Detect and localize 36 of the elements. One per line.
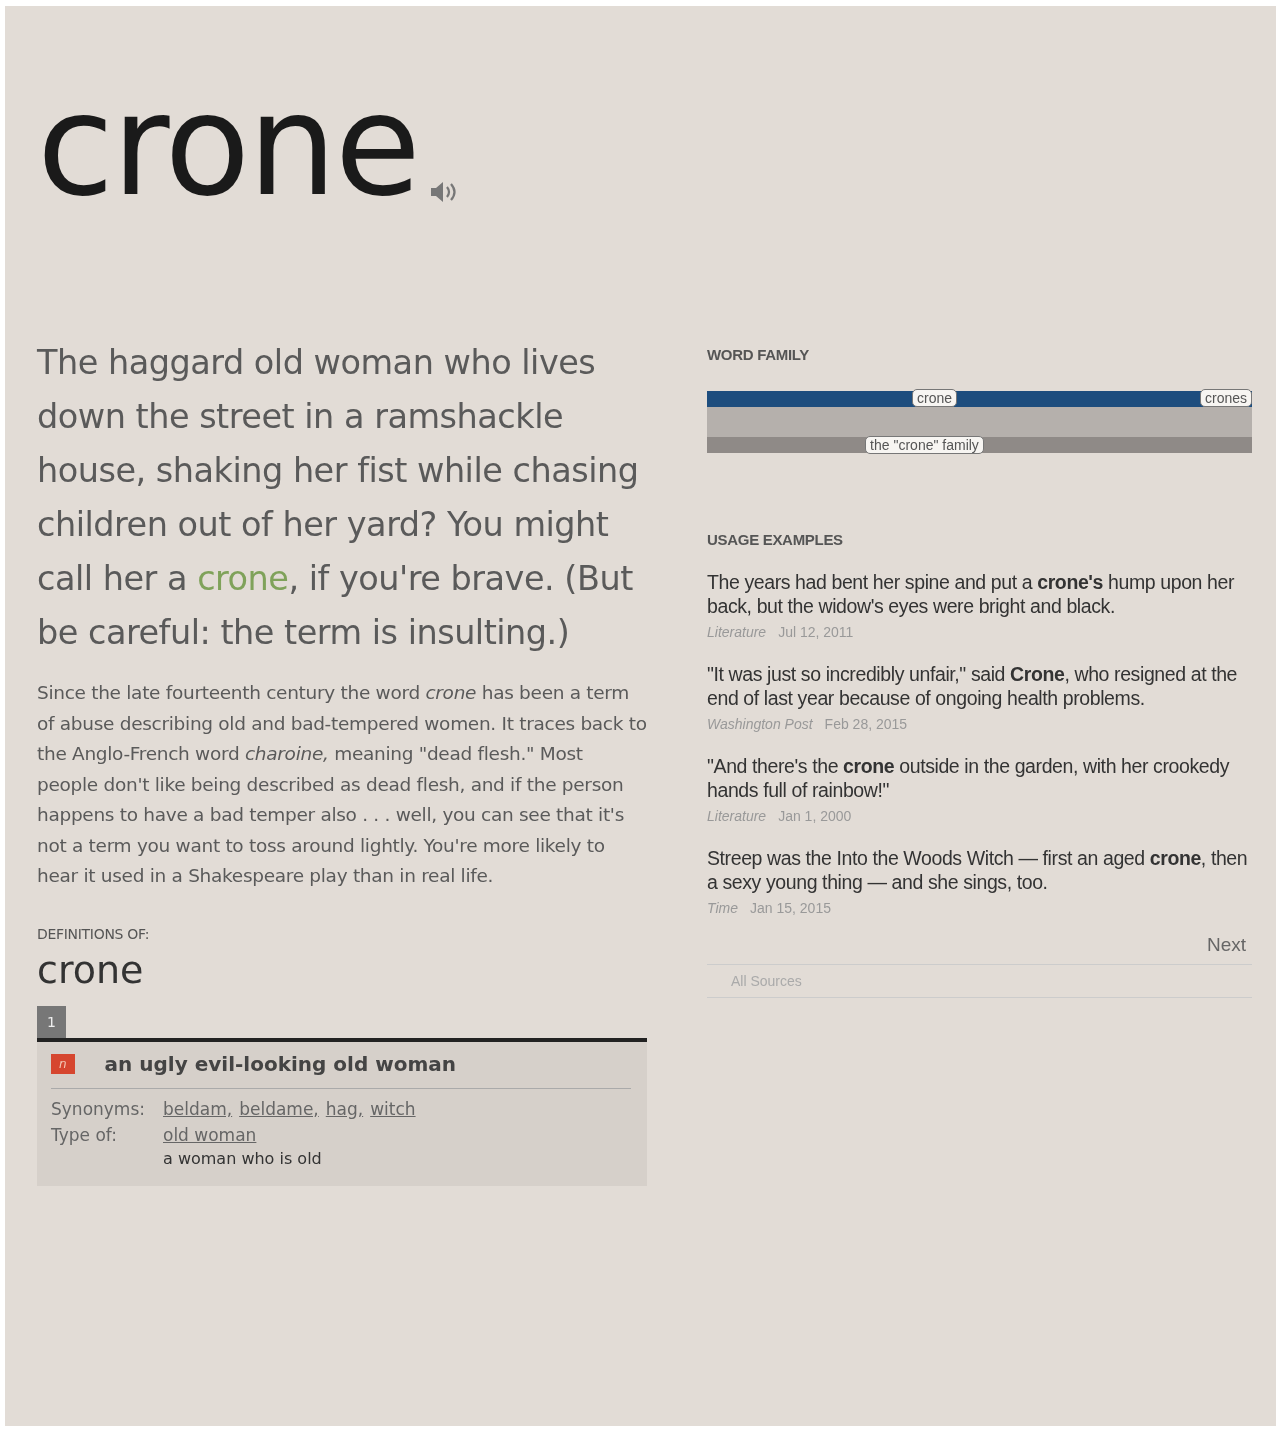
synonym-link[interactable]: beldam, bbox=[163, 1098, 233, 1119]
type-of-definition: a woman who is old bbox=[163, 1148, 322, 1168]
example-sentence: Streep was the Into the Woods Witch — first an aged crone, then a sexy young thing — and she sings, too. bbox=[707, 846, 1249, 894]
example-source[interactable]: Literature bbox=[707, 624, 767, 640]
example-source[interactable]: Literature bbox=[707, 808, 767, 824]
definitions-word: crone bbox=[37, 947, 145, 992]
next-button[interactable]: Next bbox=[1200, 934, 1252, 964]
example-sentence: "It was just so incredibly unfair," said Crone, who resigned at the end of last year because of ongoing health problems. bbox=[707, 662, 1239, 710]
example-sentence: The years had bent her spine and put a crone's hump upon her back, but the widow's eyes were bright and black. bbox=[707, 570, 1236, 618]
example-date: Jan 15, 2015 bbox=[750, 900, 831, 916]
part-of-speech-tag: n bbox=[51, 1053, 75, 1074]
short-description: The haggard old woman who lives down the street in a ramshackle house, shaking her fist while chasing children out of her yard? You might call her a crone, if you're brave. (But be careful: the term is insulting.) bbox=[37, 342, 640, 654]
synonym-link[interactable]: hag, bbox=[325, 1098, 364, 1119]
sources-filter-label: All Sources bbox=[731, 973, 802, 989]
word-family-chip[interactable]: crones bbox=[1199, 389, 1252, 407]
example-date: Jul 12, 2011 bbox=[778, 624, 854, 640]
example-date: Jan 1, 2000 bbox=[778, 808, 852, 824]
synonym-link[interactable]: witch bbox=[370, 1098, 416, 1119]
example-source[interactable]: Washington Post bbox=[707, 716, 813, 732]
long-description: Since the late fourteenth century the word crone has been a term of abuse describing old and bad-tempered women. It traces back to the Anglo-French word charoine, meaning "dead flesh." Most people don't like being described as dead flesh, and if the person happens to have a bad temper also . . . well, you can see that it's not a term you want to toss around lightly. You're more likely to hear it used in a Shakespeare play than in real life. bbox=[37, 681, 647, 888]
definitions-heading: DEFINITIONS OF: bbox=[37, 925, 151, 942]
family-chip[interactable]: the "crone" family bbox=[865, 436, 984, 454]
usage-examples-heading: USAGE EXAMPLES bbox=[707, 531, 844, 548]
example-source[interactable]: Time bbox=[707, 900, 738, 916]
word-title: crone bbox=[37, 76, 419, 216]
example-sentence: "And there's the crone outside in the garden, with her crookedy hands full of rainbow!" bbox=[707, 754, 1231, 802]
type-of-link[interactable]: old woman bbox=[163, 1124, 322, 1145]
synonyms-label: Synonyms: bbox=[51, 1098, 146, 1119]
word-family-heading: WORD FAMILY bbox=[707, 346, 810, 363]
sense-number: 1 bbox=[37, 1005, 66, 1038]
example-date: Feb 28, 2015 bbox=[824, 716, 908, 732]
synonym-link[interactable]: beldame, bbox=[239, 1098, 319, 1119]
speaker-icon[interactable] bbox=[429, 180, 459, 204]
word-family-chip[interactable]: crone bbox=[912, 389, 958, 407]
definition-text: an ugly evil-looking old woman bbox=[104, 1051, 456, 1076]
type-of-label: Type of: bbox=[51, 1124, 118, 1147]
